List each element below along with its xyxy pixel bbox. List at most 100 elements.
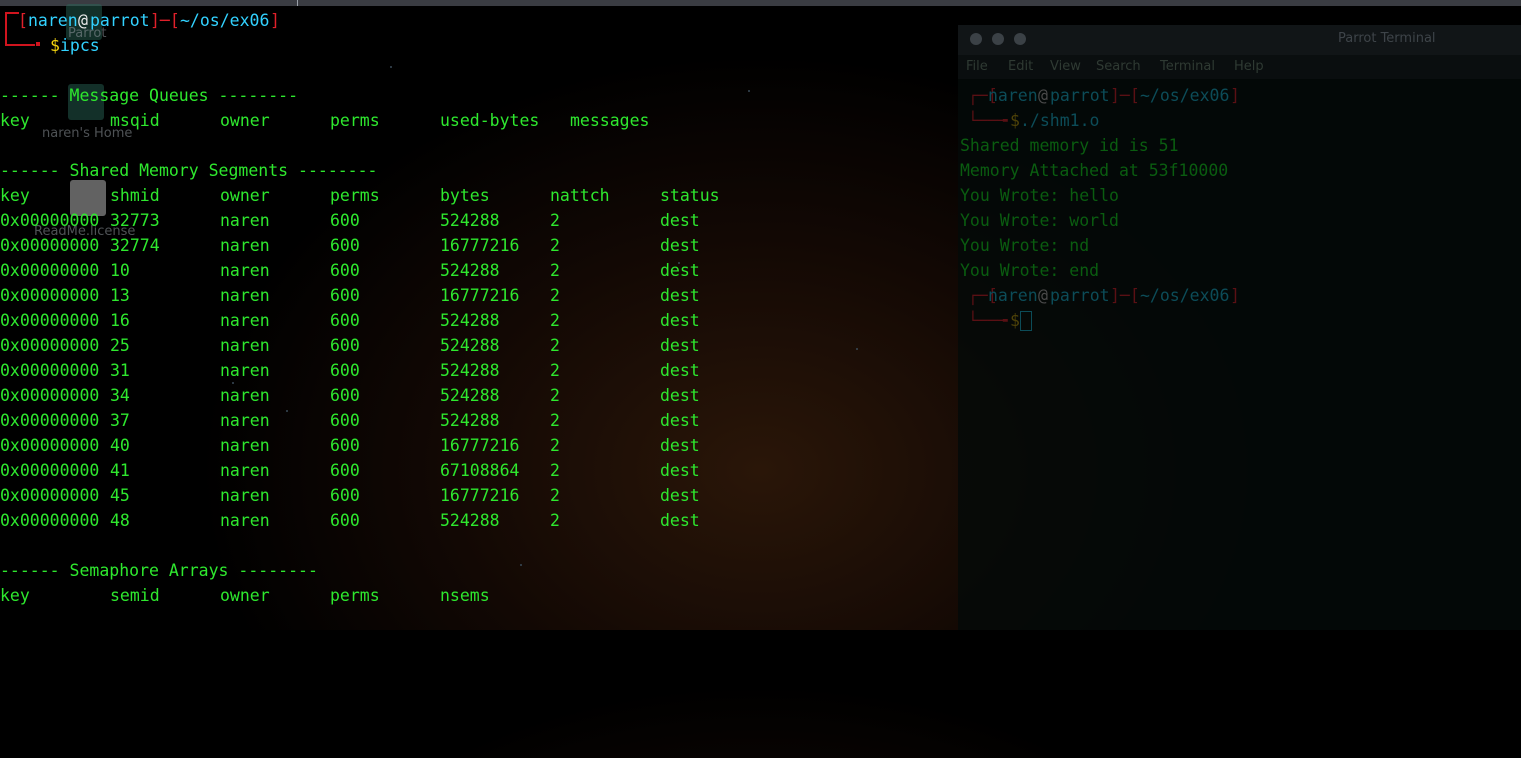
col-owner: owner: [220, 111, 270, 130]
prompt-host: parrot: [90, 11, 150, 30]
cell-nattch: 2: [550, 511, 560, 530]
cell-shmid: 45: [110, 486, 130, 505]
cell-bytes: 16777216: [440, 486, 520, 505]
prompt-path: ~/os/ex06: [1140, 286, 1230, 305]
cell-nattch: 2: [550, 361, 560, 380]
cell-key: 0x00000000: [0, 436, 100, 455]
menu-edit[interactable]: Edit: [1008, 59, 1033, 74]
col-shmid: shmid: [110, 186, 160, 205]
cell-key: 0x00000000: [0, 286, 100, 305]
cell-bytes: 524288: [440, 361, 500, 380]
cell-nattch: 2: [550, 461, 560, 480]
cell-key: 0x00000000: [0, 511, 100, 530]
cell-perms: 600: [330, 461, 360, 480]
cell-perms: 600: [330, 236, 360, 255]
cell-owner: naren: [220, 236, 270, 255]
window-title: Parrot Terminal: [1338, 31, 1436, 46]
cell-shmid: 16: [110, 311, 130, 330]
prompt-dollar: $: [1010, 111, 1020, 130]
maximize-window-icon[interactable]: [1014, 33, 1026, 45]
cell-perms: 600: [330, 286, 360, 305]
prompt-dollar: $: [1010, 311, 1020, 330]
cell-bytes: 524288: [440, 311, 500, 330]
prompt-line: ┌─[ naren @ parrot ]─[ ~/os/ex06 ]: [960, 83, 1240, 108]
message-queues-header: ------ Message Queues --------: [0, 86, 299, 105]
cell-owner: naren: [220, 336, 270, 355]
col-key: key: [0, 186, 30, 205]
cell-key: 0x00000000: [0, 311, 100, 330]
cell-perms: 600: [330, 386, 360, 405]
col-perms: perms: [330, 111, 380, 130]
cell-bytes: 524288: [440, 411, 500, 430]
col-messages: messages: [570, 111, 650, 130]
cell-nattch: 2: [550, 336, 560, 355]
cell-perms: 600: [330, 511, 360, 530]
semaphore-header: ------ Semaphore Arrays --------: [0, 561, 318, 580]
cell-status: dest: [660, 411, 700, 430]
close-window-icon[interactable]: [970, 33, 982, 45]
cell-owner: naren: [220, 411, 270, 430]
panel-notch: [297, 0, 298, 6]
cell-key: 0x00000000: [0, 236, 100, 255]
cell-key: 0x00000000: [0, 336, 100, 355]
command-line: └──╼ $: [960, 308, 1032, 333]
menu-search[interactable]: Search: [1096, 59, 1141, 74]
command-line: └──╼ $ ./shm1.o: [960, 108, 1099, 133]
cell-owner: naren: [220, 261, 270, 280]
cell-shmid: 32774: [110, 236, 160, 255]
window-titlebar[interactable]: Parrot Terminal: [958, 25, 1521, 55]
cell-shmid: 10: [110, 261, 130, 280]
cell-nattch: 2: [550, 386, 560, 405]
col-perms: perms: [330, 186, 380, 205]
output-line: Shared memory id is 51: [960, 136, 1179, 155]
prompt-host: parrot: [1050, 286, 1110, 305]
cell-nattch: 2: [550, 411, 560, 430]
cell-nattch: 2: [550, 436, 560, 455]
message-queues-columns: key msqid owner perms used-bytes message…: [0, 108, 649, 133]
cell-status: dest: [660, 286, 700, 305]
menu-help[interactable]: Help: [1234, 59, 1264, 74]
prompt-at: @: [1038, 86, 1048, 105]
second-terminal-window[interactable]: Parrot Terminal File Edit View Search Te…: [958, 25, 1521, 630]
col-status: status: [660, 186, 720, 205]
cell-shmid: 31: [110, 361, 130, 380]
col-bytes: bytes: [440, 186, 490, 205]
cell-owner: naren: [220, 461, 270, 480]
output-line: You Wrote: hello: [960, 186, 1119, 205]
command-line: $ ipcs: [0, 33, 100, 58]
cell-key: 0x00000000: [0, 261, 100, 280]
cell-perms: 600: [330, 361, 360, 380]
cell-owner: naren: [220, 486, 270, 505]
cell-owner: naren: [220, 211, 270, 230]
output-line: You Wrote: end: [960, 261, 1100, 280]
menu-terminal[interactable]: Terminal: [1160, 59, 1215, 74]
cell-bytes: 524288: [440, 211, 500, 230]
menu-file[interactable]: File: [966, 59, 988, 74]
cell-key: 0x00000000: [0, 386, 100, 405]
cell-key: 0x00000000: [0, 486, 100, 505]
cell-status: dest: [660, 511, 700, 530]
cell-owner: naren: [220, 386, 270, 405]
minimize-window-icon[interactable]: [992, 33, 1004, 45]
cell-perms: 600: [330, 486, 360, 505]
prompt-user: naren: [28, 11, 78, 30]
cell-status: dest: [660, 311, 700, 330]
cell-owner: naren: [220, 511, 270, 530]
prompt-at: @: [1038, 286, 1048, 305]
text-cursor: [1020, 311, 1032, 331]
prompt-path: ~/os/ex06: [180, 11, 270, 30]
output-line: You Wrote: nd: [960, 236, 1090, 255]
cell-perms: 600: [330, 411, 360, 430]
cell-perms: 600: [330, 336, 360, 355]
cell-key: 0x00000000: [0, 211, 100, 230]
menu-view[interactable]: View: [1050, 59, 1081, 74]
cell-owner: naren: [220, 311, 270, 330]
cell-bytes: 524288: [440, 261, 500, 280]
cell-bytes: 524288: [440, 336, 500, 355]
cell-perms: 600: [330, 261, 360, 280]
shared-memory-header: ------ Shared Memory Segments --------: [0, 161, 378, 180]
output-line: You Wrote: world: [960, 211, 1119, 230]
cell-bytes: 67108864: [440, 461, 520, 480]
cell-nattch: 2: [550, 211, 560, 230]
cell-nattch: 2: [550, 311, 560, 330]
